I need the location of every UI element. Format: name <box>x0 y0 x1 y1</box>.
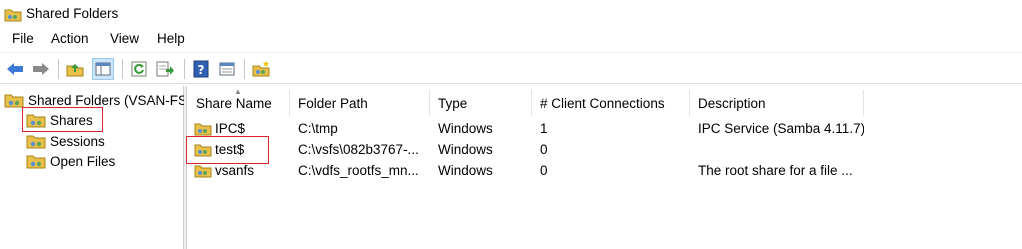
column-header-share-name[interactable]: ▲ Share Name <box>188 87 290 116</box>
column-header-folder-path[interactable]: Folder Path <box>290 90 430 116</box>
toolbar-separator <box>184 59 185 79</box>
menu-file[interactable]: File <box>10 31 36 46</box>
toolbar-separator <box>58 59 59 79</box>
share-icon <box>194 163 212 178</box>
open-files-icon <box>26 153 46 169</box>
column-header-label: # Client Connections <box>540 95 665 111</box>
column-header-label: Folder Path <box>298 95 368 111</box>
cell-share-name: IPC$ <box>194 118 290 138</box>
tree-item-label: Open Files <box>50 153 116 169</box>
properties-icon[interactable] <box>216 58 238 80</box>
table-row[interactable]: vsanfs C:\vdfs_rootfs_mn... Windows 0 Th… <box>188 160 868 180</box>
show-hide-tree-icon[interactable] <box>92 58 114 80</box>
pane-splitter[interactable] <box>184 86 187 249</box>
table-row[interactable]: IPC$ C:\tmp Windows 1 IPC Service (Samba… <box>188 118 868 138</box>
sessions-icon <box>26 133 46 149</box>
shares-list-view: ▲ Share Name Folder Path Type # Client C… <box>186 86 1022 249</box>
column-header-client-connections[interactable]: # Client Connections <box>532 90 690 116</box>
sort-ascending-icon: ▲ <box>234 87 242 96</box>
cell-type: Windows <box>438 162 493 178</box>
window-title: Shared Folders <box>26 6 119 21</box>
table-row[interactable]: test$ C:\vsfs\082b3767-... Windows 0 <box>188 139 868 159</box>
cell-description: The root share for a file ... <box>698 162 853 178</box>
title-bar: Shared Folders <box>0 0 1022 28</box>
column-header-label: Type <box>438 95 468 111</box>
shared-folders-app-icon <box>4 6 22 25</box>
column-header-label: Description <box>698 95 766 111</box>
cell-share-name: vsanfs <box>194 160 290 180</box>
help-icon[interactable]: ? <box>190 58 212 80</box>
tree-root-label: Shared Folders (VSAN-FS <box>28 92 188 108</box>
column-headers: ▲ Share Name Folder Path Type # Client C… <box>188 87 868 116</box>
menu-bar: File Action View Help <box>0 28 1022 50</box>
tree-item-sessions[interactable]: Sessions <box>26 131 105 151</box>
column-header-label: Share Name <box>196 95 272 111</box>
toolbar-separator <box>122 59 123 79</box>
toolbar: ? <box>0 52 1022 84</box>
toolbar-separator <box>244 59 245 79</box>
forward-icon[interactable] <box>30 58 52 80</box>
cell-type: Windows <box>438 120 493 136</box>
share-icon <box>194 121 212 136</box>
console-tree: Shared Folders (VSAN-FS Shares Sessions … <box>0 86 188 249</box>
export-list-icon[interactable] <box>154 58 176 80</box>
cell-description: IPC Service (Samba 4.11.7) <box>698 120 864 136</box>
cell-type: Windows <box>438 141 493 157</box>
cell-folder-path: C:\tmp <box>298 120 338 136</box>
cell-folder-path: C:\vsfs\082b3767-... <box>298 141 419 157</box>
up-folder-icon[interactable] <box>64 58 86 80</box>
back-icon[interactable] <box>4 58 26 80</box>
shared-folders-icon <box>4 92 24 108</box>
shares-highlight-box <box>22 107 103 132</box>
tree-item-label: Sessions <box>50 133 105 149</box>
menu-help[interactable]: Help <box>155 31 187 46</box>
cell-folder-path: C:\vdfs_rootfs_mn... <box>298 162 419 178</box>
column-header-type[interactable]: Type <box>430 90 532 116</box>
svg-text:?: ? <box>198 63 205 77</box>
column-header-description[interactable]: Description <box>690 90 864 116</box>
cell-client-connections: 0 <box>540 162 548 178</box>
refresh-icon[interactable] <box>128 58 150 80</box>
cell-client-connections: 0 <box>540 141 548 157</box>
menu-action[interactable]: Action <box>49 31 91 46</box>
cell-client-connections: 1 <box>540 120 548 136</box>
new-share-icon[interactable] <box>250 58 272 80</box>
menu-view[interactable]: View <box>108 31 141 46</box>
tree-item-open-files[interactable]: Open Files <box>26 151 115 171</box>
cell-description <box>698 139 864 159</box>
